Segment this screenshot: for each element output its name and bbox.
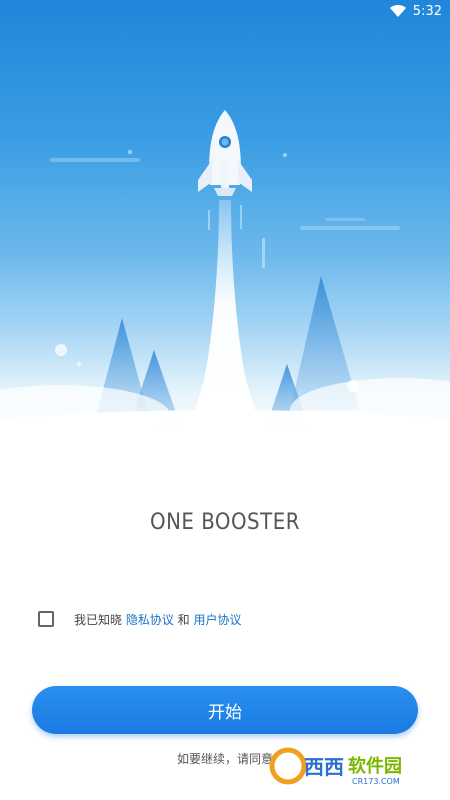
user-agreement-link[interactable]: 用户协议 [193, 613, 241, 627]
footer-text: 如要继续，请同意 [176, 752, 273, 766]
agreement-prefix: 我已知晓 [74, 612, 126, 627]
privacy-policy-link[interactable]: 隐私协议 [126, 613, 174, 627]
agreement-row: 我已知晓 隐私协议 和 用户协议 [38, 608, 242, 630]
agreement-connector: 和 [173, 612, 194, 627]
svg-text:CR173.COM: CR173.COM [352, 777, 400, 786]
wifi-icon [390, 5, 406, 17]
status-bar: 5:32 [0, 0, 450, 24]
svg-text:软件园: 软件园 [348, 755, 402, 777]
app-title: ONE BOOSTER [150, 510, 300, 535]
rocket-icon [198, 110, 252, 196]
hero-banner: 5:32 [0, 0, 450, 460]
svg-text:西西: 西西 [304, 755, 344, 779]
rocket-illustration [0, 110, 450, 460]
watermark-logo: 西西 软件园 CR173.COM [269, 747, 402, 786]
start-button[interactable]: 开始 [32, 686, 418, 734]
agreement-checkbox[interactable] [38, 611, 54, 627]
status-time: 5:32 [412, 4, 442, 19]
agreement-text: 我已知晓 隐私协议 和 用户协议 [74, 611, 242, 628]
